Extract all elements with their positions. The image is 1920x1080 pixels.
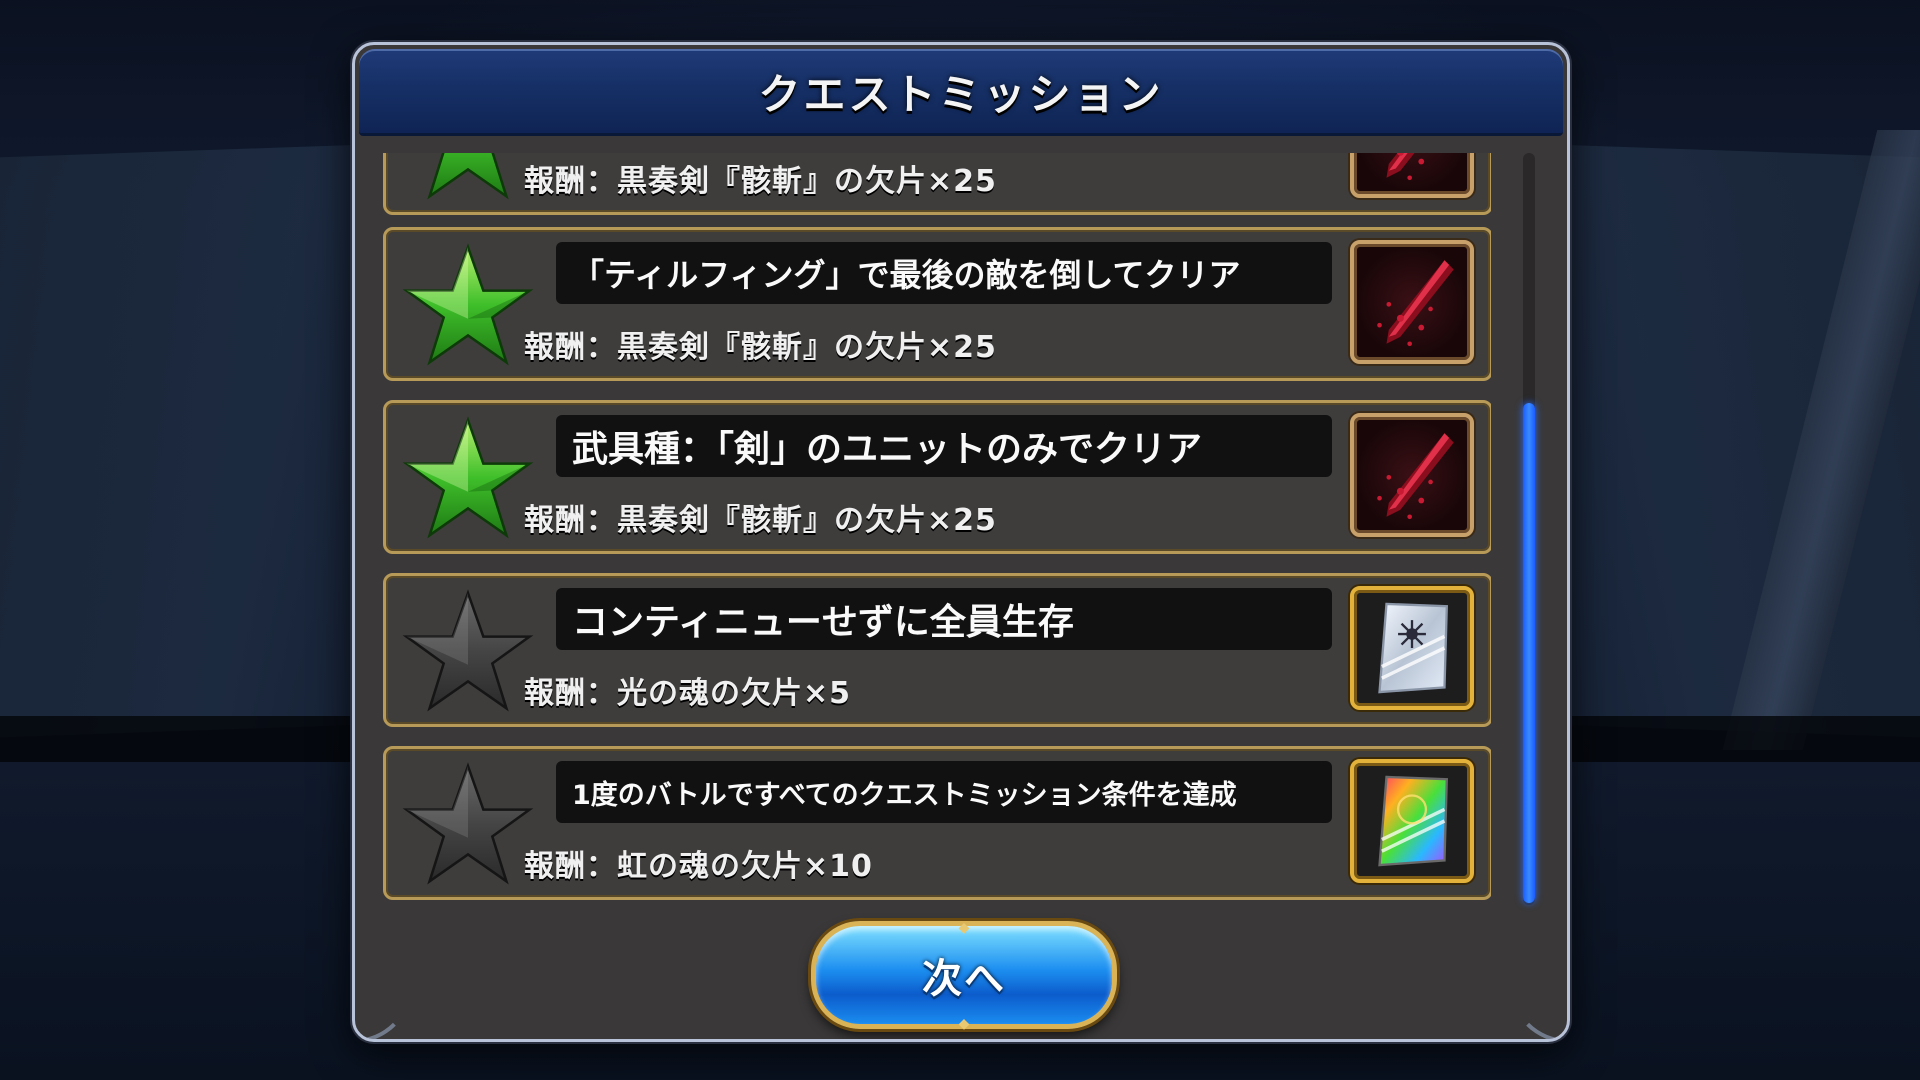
button-ornament-bottom-icon: ◆ bbox=[958, 1016, 970, 1032]
mission-condition: 「ティルフィング」で最後の敵を倒してクリア bbox=[556, 242, 1332, 304]
mission-condition: コンティニューせずに全員生存 bbox=[556, 588, 1332, 650]
button-ornament-top-icon: ◆ bbox=[958, 920, 970, 936]
mission-reward: 報酬：光の魂の欠片×5 bbox=[524, 676, 852, 711]
mission-condition: 1度のバトルですべてのクエストミッション条件を達成 bbox=[556, 761, 1332, 823]
unachieved-star-icon bbox=[402, 589, 534, 712]
mission-reward: 報酬：黒奏剣『骸斬』の欠片×25 bbox=[524, 503, 997, 538]
dialog-corner-ornament-left bbox=[355, 925, 413, 1039]
dialog-corner-ornament-right bbox=[1509, 925, 1567, 1039]
achieved-star-icon bbox=[427, 153, 509, 200]
mission-condition: 武具種：「剣」のユニットのみでクリア bbox=[556, 415, 1332, 477]
mission-reward: 報酬：黒奏剣『骸斬』の欠片×25 bbox=[524, 164, 997, 199]
unachieved-star-icon bbox=[402, 762, 534, 885]
mission-row: 1度のバトルですべてのクエストミッション条件を達成 報酬：虹の魂の欠片×10 bbox=[383, 746, 1491, 900]
rainbow-soul-fragment-icon bbox=[1350, 759, 1474, 883]
next-button[interactable]: ◆ 次へ ◆ bbox=[811, 920, 1117, 1032]
dialog-title: クエストミッション bbox=[758, 69, 1164, 119]
achieved-star-icon bbox=[402, 416, 534, 539]
black-sword-fragment-icon bbox=[1350, 413, 1474, 537]
mission-reward: 報酬：黒奏剣『骸斬』の欠片×25 bbox=[524, 330, 997, 365]
scrollbar-thumb[interactable] bbox=[1523, 403, 1535, 903]
achieved-star-icon bbox=[402, 243, 534, 366]
mission-list-scrollbar[interactable] bbox=[1523, 153, 1535, 905]
mission-row: 報酬：黒奏剣『骸斬』の欠片×25 bbox=[383, 153, 1491, 215]
light-soul-fragment-icon bbox=[1350, 586, 1474, 710]
dialog-header: クエストミッション bbox=[359, 49, 1563, 136]
mission-reward: 報酬：虹の魂の欠片×10 bbox=[524, 849, 873, 884]
quest-mission-dialog: クエストミッション 報酬：黒奏剣『骸斬』の欠片×25 「ティルフィング」で最後の… bbox=[352, 42, 1570, 1042]
mission-row: 「ティルフィング」で最後の敵を倒してクリア 報酬：黒奏剣『骸斬』の欠片×25 bbox=[383, 227, 1491, 381]
black-sword-fragment-icon bbox=[1350, 240, 1474, 364]
mission-row: 武具種：「剣」のユニットのみでクリア 報酬：黒奏剣『骸斬』の欠片×25 bbox=[383, 400, 1491, 554]
mission-row: コンティニューせずに全員生存 報酬：光の魂の欠片×5 bbox=[383, 573, 1491, 727]
mission-list[interactable]: 報酬：黒奏剣『骸斬』の欠片×25 「ティルフィング」で最後の敵を倒してクリア 報… bbox=[383, 153, 1491, 905]
black-sword-fragment-icon bbox=[1350, 153, 1474, 198]
next-button-label: 次へ bbox=[922, 956, 1006, 1002]
